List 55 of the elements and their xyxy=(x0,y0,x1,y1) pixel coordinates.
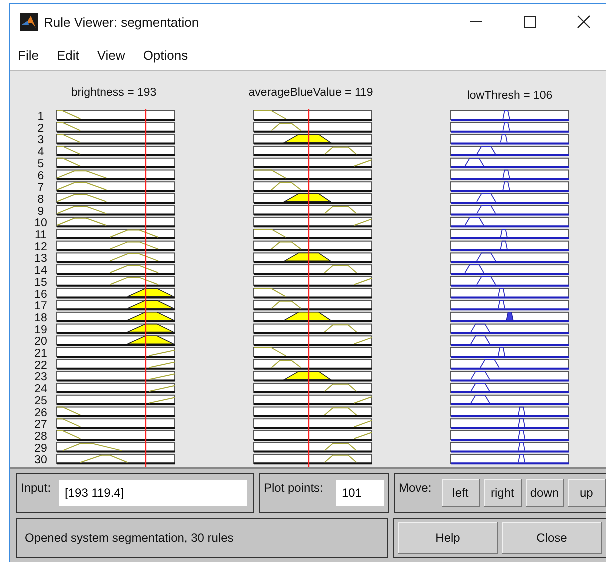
move-button[interactable]: down xyxy=(526,479,564,507)
rule-number: 27 xyxy=(34,419,48,432)
dialog-button[interactable]: Help xyxy=(398,522,498,554)
dialog-button[interactable]: Close xyxy=(502,522,602,554)
rule-number: 5 xyxy=(38,158,44,170)
rule-number: 3 xyxy=(38,134,44,147)
rule-number: 22 xyxy=(34,360,48,372)
rule-number: 15 xyxy=(34,276,48,289)
input-marker-line[interactable] xyxy=(145,109,147,467)
rule-number: 8 xyxy=(38,194,44,206)
rule-number: 25 xyxy=(34,395,48,408)
rule-number: 14 xyxy=(34,265,48,278)
input-label: Input: xyxy=(21,481,52,495)
rule-number: 24 xyxy=(34,384,48,396)
rule-number: 10 xyxy=(34,218,48,230)
rule-number: 6 xyxy=(38,170,44,182)
input-marker-line[interactable] xyxy=(308,109,310,467)
variable-heading: brightness = 193 xyxy=(71,87,157,99)
rule-number: 18 xyxy=(34,312,48,324)
rule-number: 13 xyxy=(34,253,48,266)
rule-number: 28 xyxy=(34,430,48,443)
move-button[interactable]: up xyxy=(568,479,606,507)
rule-number: 21 xyxy=(34,348,48,360)
menu-item[interactable]: Edit xyxy=(56,48,80,62)
rule-number: 20 xyxy=(34,336,48,348)
rule-number: 12 xyxy=(34,241,48,254)
rule-number: 2 xyxy=(38,122,44,135)
rule-number: 7 xyxy=(38,182,44,194)
rule-number: 29 xyxy=(34,442,48,455)
rule-number: 17 xyxy=(34,300,48,313)
rule-number: 16 xyxy=(34,288,48,301)
move-button[interactable]: right xyxy=(484,479,522,507)
move-label: Move: xyxy=(399,481,432,495)
rule-number: 4 xyxy=(38,146,44,159)
variable-heading: lowThresh = 106 xyxy=(467,90,553,102)
close-icon[interactable] xyxy=(577,15,591,29)
window-title: Rule Viewer: segmentation xyxy=(44,14,200,30)
rule-number: 30 xyxy=(34,454,48,467)
menu-item[interactable]: File xyxy=(18,48,39,62)
plot-points-field[interactable]: 101 xyxy=(336,480,384,506)
rule-number: 19 xyxy=(34,324,48,336)
menu-item[interactable]: View xyxy=(97,48,126,62)
menu-item[interactable]: Options xyxy=(143,48,188,62)
maximize-icon[interactable] xyxy=(523,15,537,29)
app-icon xyxy=(20,13,38,31)
variable-heading: averageBlueValue = 119 xyxy=(248,87,374,99)
rule-number: 1 xyxy=(38,111,44,123)
move-button[interactable]: left xyxy=(442,479,480,507)
status-text: Opened system segmentation, 30 rules xyxy=(25,531,234,545)
rule-number: 11 xyxy=(35,230,47,242)
rule-number: 26 xyxy=(34,407,48,420)
rule-number: 9 xyxy=(38,206,44,218)
rule-number: 23 xyxy=(34,372,48,384)
plot-points-label: Plot points: xyxy=(264,481,324,495)
input-field[interactable]: [193 119.4] xyxy=(59,480,247,506)
